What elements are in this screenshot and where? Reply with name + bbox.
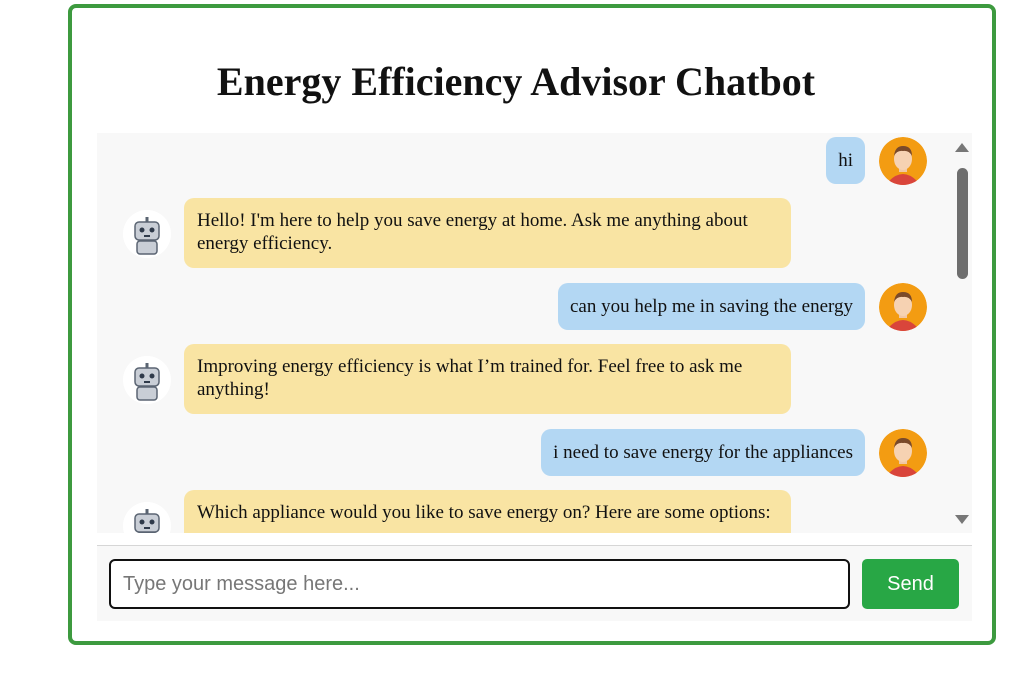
user-avatar-icon xyxy=(879,429,927,477)
message-input[interactable] xyxy=(109,559,850,609)
user-message: can you help me in saving the energy xyxy=(558,283,865,330)
bot-message: Hello! I'm here to help you save energy … xyxy=(184,198,791,268)
bot-avatar-icon xyxy=(123,356,171,404)
send-button[interactable]: Send xyxy=(862,559,959,609)
chat-log[interactable]: hi Hello! I'm here to help you save ener… xyxy=(97,133,972,533)
bot-message: Which appliance would you like to save e… xyxy=(184,490,791,533)
bot-message: Improving energy efficiency is what I’m … xyxy=(184,344,791,414)
scrollbar-thumb[interactable] xyxy=(957,168,968,279)
scroll-down-icon[interactable] xyxy=(955,515,969,524)
user-avatar-icon xyxy=(879,283,927,331)
user-message: i need to save energy for the appliances xyxy=(541,429,865,476)
page-title: Energy Efficiency Advisor Chatbot xyxy=(216,59,816,104)
bot-avatar-icon xyxy=(123,210,171,258)
user-avatar-icon xyxy=(879,137,927,185)
bot-avatar-icon xyxy=(123,502,171,533)
scroll-up-icon[interactable] xyxy=(955,143,969,152)
user-message: hi xyxy=(826,137,865,184)
